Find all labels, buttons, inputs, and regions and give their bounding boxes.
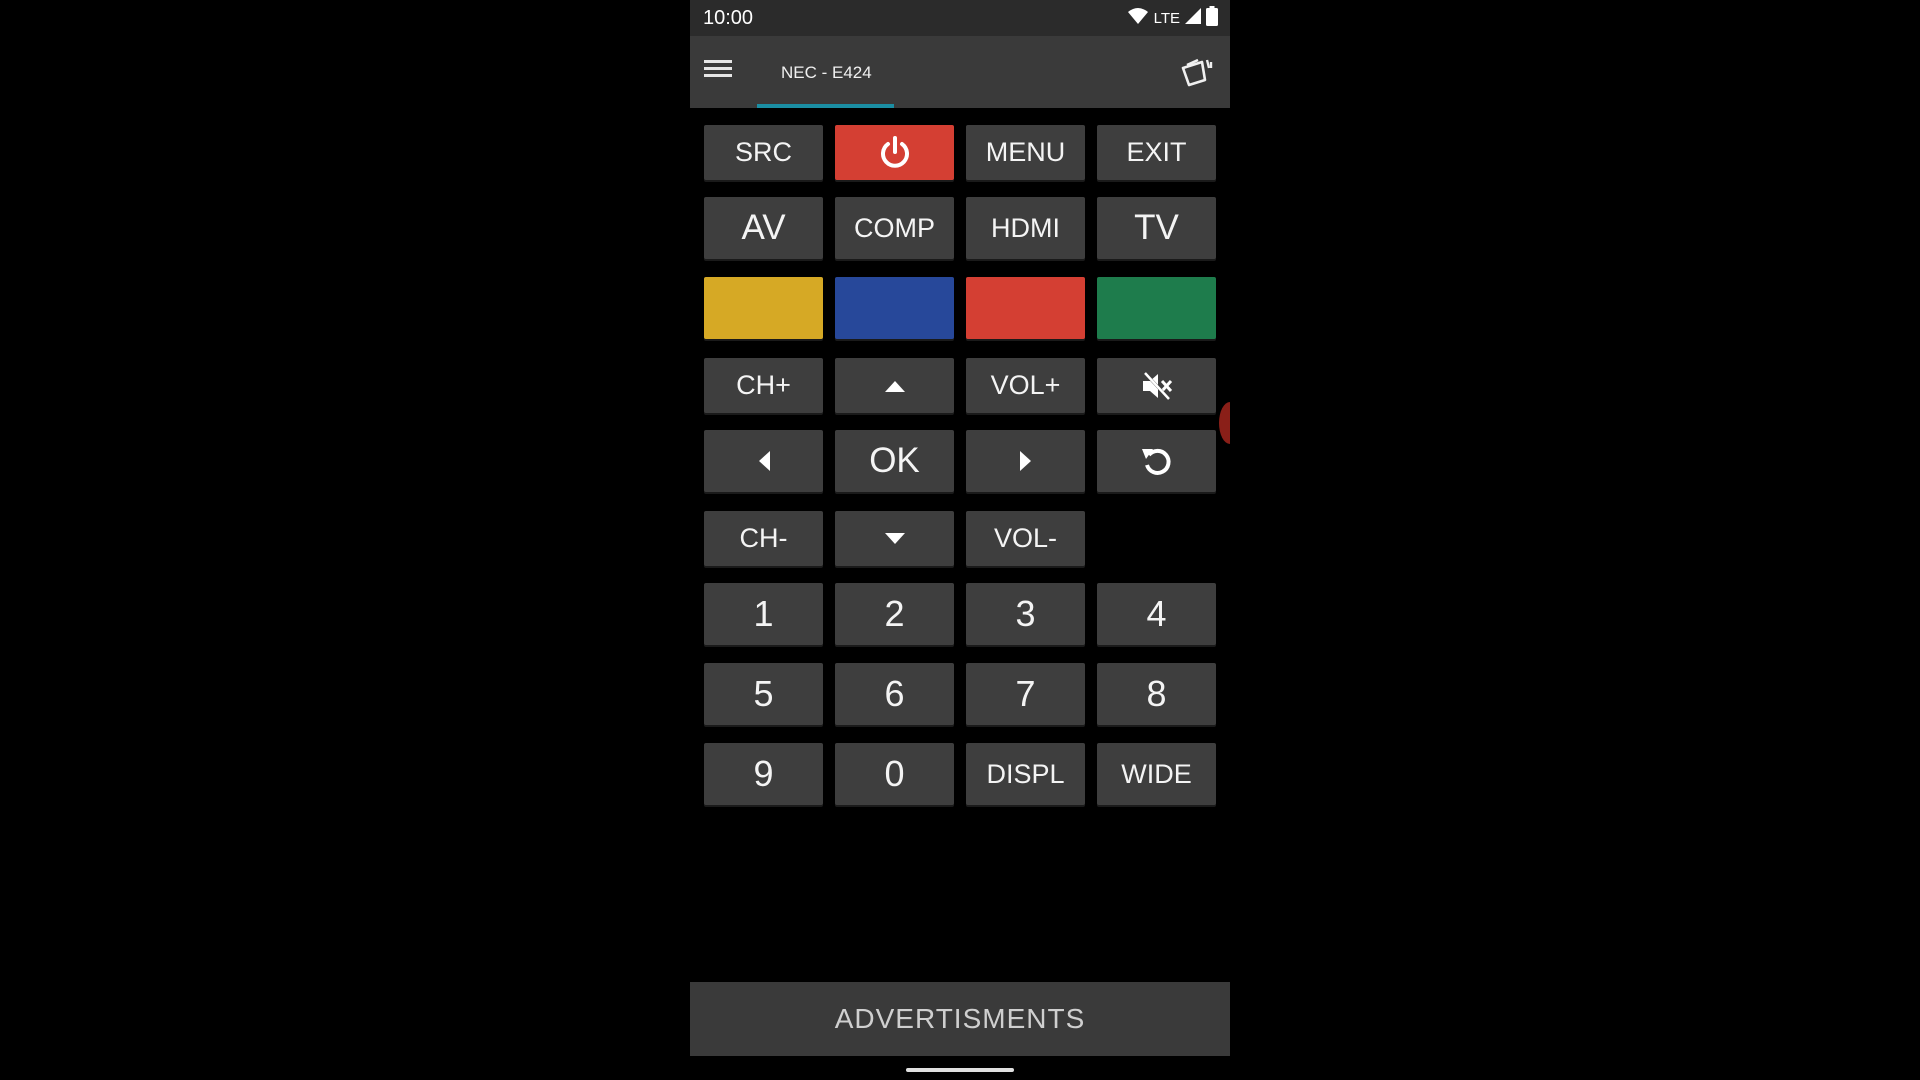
right-button[interactable] xyxy=(966,430,1085,492)
mute-button[interactable] xyxy=(1097,358,1216,413)
digit-7-button[interactable]: 7 xyxy=(966,663,1085,725)
arrow-left-icon xyxy=(757,449,771,473)
hdmi-button[interactable]: HDMI xyxy=(966,197,1085,259)
digit-8-button[interactable]: 8 xyxy=(1097,663,1216,725)
tab-indicator xyxy=(757,104,894,108)
app-bar: NEC - E424 xyxy=(690,36,1230,108)
mute-icon xyxy=(1140,370,1174,402)
remote-devices-icon[interactable] xyxy=(1178,54,1214,90)
volume-down-button[interactable]: VOL- xyxy=(966,511,1085,566)
digit-2-button[interactable]: 2 xyxy=(835,583,954,645)
battery-icon xyxy=(1206,6,1218,31)
comp-button[interactable]: COMP xyxy=(835,197,954,259)
digit-6-button[interactable]: 6 xyxy=(835,663,954,725)
tv-button[interactable]: TV xyxy=(1097,197,1216,259)
channel-down-button[interactable]: CH- xyxy=(704,511,823,566)
status-bar: 10:00 LTE xyxy=(690,0,1230,36)
blue-button[interactable] xyxy=(835,277,954,339)
ok-button[interactable]: OK xyxy=(835,430,954,492)
digit-3-button[interactable]: 3 xyxy=(966,583,1085,645)
arrow-right-icon xyxy=(1019,449,1033,473)
advertisement-banner[interactable]: ADVERTISMENTS xyxy=(690,982,1230,1056)
home-indicator[interactable] xyxy=(906,1068,1014,1072)
hamburger-menu-icon[interactable] xyxy=(704,56,734,86)
channel-up-button[interactable]: CH+ xyxy=(704,358,823,413)
arrow-down-icon xyxy=(883,532,907,546)
digit-0-button[interactable]: 0 xyxy=(835,743,954,805)
wifi-icon xyxy=(1127,7,1149,30)
digit-9-button[interactable]: 9 xyxy=(704,743,823,805)
advertisement-label: ADVERTISMENTS xyxy=(834,1003,1086,1034)
return-button[interactable] xyxy=(1097,430,1216,492)
src-button[interactable]: SRC xyxy=(704,125,823,180)
remote-title: NEC - E424 xyxy=(781,63,872,82)
power-button[interactable] xyxy=(835,125,954,180)
digit-5-button[interactable]: 5 xyxy=(704,663,823,725)
digit-1-button[interactable]: 1 xyxy=(704,583,823,645)
return-icon xyxy=(1139,443,1175,479)
arrow-up-icon xyxy=(883,379,907,393)
power-icon xyxy=(877,135,913,171)
av-button[interactable]: AV xyxy=(704,197,823,259)
phone-screen: 10:00 LTE NEC - E424 SRC MENU EXIT AV CO… xyxy=(690,0,1230,1080)
green-button[interactable] xyxy=(1097,277,1216,339)
yellow-button[interactable] xyxy=(704,277,823,339)
red-button[interactable] xyxy=(966,277,1085,339)
volume-up-button[interactable]: VOL+ xyxy=(966,358,1085,413)
left-button[interactable] xyxy=(704,430,823,492)
digit-4-button[interactable]: 4 xyxy=(1097,583,1216,645)
network-label: LTE xyxy=(1153,10,1180,27)
down-button[interactable] xyxy=(835,511,954,566)
up-button[interactable] xyxy=(835,358,954,413)
menu-button[interactable]: MENU xyxy=(966,125,1085,180)
exit-button[interactable]: EXIT xyxy=(1097,125,1216,180)
status-icons: LTE xyxy=(1127,6,1218,31)
status-time: 10:00 xyxy=(703,7,754,29)
wide-button[interactable]: WIDE xyxy=(1097,743,1216,805)
side-drawer-handle[interactable] xyxy=(1219,402,1230,444)
display-button[interactable]: DISPL xyxy=(966,743,1085,805)
signal-icon xyxy=(1185,8,1201,29)
